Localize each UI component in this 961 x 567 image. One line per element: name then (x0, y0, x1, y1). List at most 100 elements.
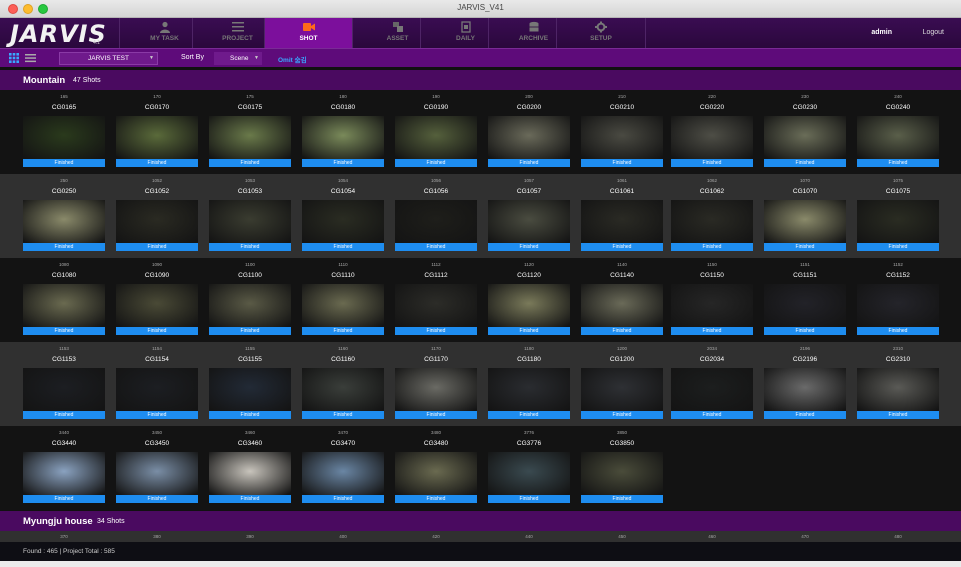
shot-status-badge[interactable]: Finished (764, 243, 846, 251)
shot-card[interactable]: 1160 CG1160 Finished (302, 342, 384, 426)
shot-status-badge[interactable]: Finished (302, 495, 384, 503)
shot-card[interactable]: 1140 CG1140 Finished (581, 258, 663, 342)
shot-thumbnail[interactable] (302, 368, 384, 411)
shot-status-badge[interactable]: Finished (23, 411, 105, 419)
shot-thumbnail[interactable] (671, 116, 753, 159)
shot-status-badge[interactable]: Finished (209, 243, 291, 251)
shot-thumbnail[interactable] (302, 284, 384, 327)
shot-card[interactable]: 1056 CG1056 Finished (395, 174, 477, 258)
shot-thumbnail[interactable] (302, 200, 384, 243)
shot-card[interactable]: 1090 CG1090 Finished (116, 258, 198, 342)
shot-card[interactable]: 1075 CG1075 Finished (857, 174, 939, 258)
shot-card[interactable]: 1200 CG1200 Finished (581, 342, 663, 426)
shot-status-badge[interactable]: Finished (764, 411, 846, 419)
shot-card[interactable]: 200 CG0200 Finished (488, 90, 570, 174)
shot-status-badge[interactable]: Finished (209, 159, 291, 167)
shot-card[interactable]: 1154 CG1154 Finished (116, 342, 198, 426)
shot-card[interactable]: 1062 CG1062 Finished (671, 174, 753, 258)
shot-status-badge[interactable]: Finished (395, 159, 477, 167)
shot-card[interactable]: 3850 CG3850 Finished (581, 426, 663, 510)
shot-thumbnail[interactable] (581, 368, 663, 411)
shot-thumbnail[interactable] (209, 200, 291, 243)
shot-thumbnail[interactable] (209, 368, 291, 411)
shot-status-badge[interactable]: Finished (302, 411, 384, 419)
shot-thumbnail[interactable] (395, 200, 477, 243)
shot-status-badge[interactable]: Finished (23, 243, 105, 251)
shot-status-badge[interactable]: Finished (488, 327, 570, 335)
shot-status-badge[interactable]: Finished (488, 243, 570, 251)
shot-thumbnail[interactable] (671, 284, 753, 327)
shot-card[interactable]: 2310 CG2310 Finished (857, 342, 939, 426)
shot-status-badge[interactable]: Finished (671, 159, 753, 167)
shot-thumbnail[interactable] (209, 284, 291, 327)
shot-status-badge[interactable]: Finished (395, 411, 477, 419)
shot-card[interactable]: 3460 CG3460 Finished (209, 426, 291, 510)
shot-status-badge[interactable]: Finished (395, 495, 477, 503)
shot-status-badge[interactable]: Finished (764, 327, 846, 335)
group-header-mountain[interactable]: Mountain 47 Shots (0, 70, 961, 90)
shot-status-badge[interactable]: Finished (671, 327, 753, 335)
shot-status-badge[interactable]: Finished (857, 327, 939, 335)
shot-status-badge[interactable]: Finished (857, 243, 939, 251)
shot-card[interactable]: 175 CG0175 Finished (209, 90, 291, 174)
shot-thumbnail[interactable] (671, 368, 753, 411)
shot-thumbnail[interactable] (857, 116, 939, 159)
shot-card[interactable]: 210 CG0210 Finished (581, 90, 663, 174)
shot-card[interactable]: 1061 CG1061 Finished (581, 174, 663, 258)
shot-card[interactable]: 1112 CG1112 Finished (395, 258, 477, 342)
shot-thumbnail[interactable] (23, 452, 105, 495)
shot-thumbnail[interactable] (302, 116, 384, 159)
shot-status-badge[interactable]: Finished (116, 243, 198, 251)
omit-toggle[interactable]: Omit 숨김 (278, 54, 307, 64)
shot-thumbnail[interactable] (581, 284, 663, 327)
shot-thumbnail[interactable] (23, 368, 105, 411)
shot-status-badge[interactable]: Finished (764, 159, 846, 167)
shot-card[interactable]: 2034 CG2034 Finished (671, 342, 753, 426)
shot-card[interactable]: 240 CG0240 Finished (857, 90, 939, 174)
shot-thumbnail[interactable] (116, 284, 198, 327)
shot-status-badge[interactable]: Finished (488, 411, 570, 419)
shot-status-badge[interactable]: Finished (581, 495, 663, 503)
shot-status-badge[interactable]: Finished (302, 159, 384, 167)
shot-thumbnail[interactable] (209, 452, 291, 495)
shot-status-badge[interactable]: Finished (209, 495, 291, 503)
shot-thumbnail[interactable] (764, 368, 846, 411)
shot-thumbnail[interactable] (395, 116, 477, 159)
shot-status-badge[interactable]: Finished (671, 243, 753, 251)
shot-thumbnail[interactable] (116, 116, 198, 159)
shot-card[interactable]: 1052 CG1052 Finished (116, 174, 198, 258)
shot-status-badge[interactable]: Finished (488, 495, 570, 503)
shot-status-badge[interactable]: Finished (581, 159, 663, 167)
shot-status-badge[interactable]: Finished (23, 327, 105, 335)
shot-thumbnail[interactable] (581, 116, 663, 159)
shot-thumbnail[interactable] (395, 452, 477, 495)
shot-card[interactable]: 1120 CG1120 Finished (488, 258, 570, 342)
shot-card[interactable]: 3480 CG3480 Finished (395, 426, 477, 510)
shot-card[interactable]: 1153 CG1153 Finished (23, 342, 105, 426)
shot-thumbnail[interactable] (23, 200, 105, 243)
shot-status-badge[interactable]: Finished (581, 243, 663, 251)
logout-button[interactable]: Logout (923, 29, 944, 36)
shot-card[interactable]: 250 CG0250 Finished (23, 174, 105, 258)
shot-card[interactable]: 230 CG0230 Finished (764, 90, 846, 174)
shot-card[interactable]: 1110 CG1110 Finished (302, 258, 384, 342)
shot-status-badge[interactable]: Finished (857, 159, 939, 167)
shot-status-badge[interactable]: Finished (116, 159, 198, 167)
shot-card[interactable]: 3440 CG3440 Finished (23, 426, 105, 510)
shot-card[interactable]: 1150 CG1150 Finished (671, 258, 753, 342)
shot-thumbnail[interactable] (116, 368, 198, 411)
shot-card[interactable]: 1180 CG1180 Finished (488, 342, 570, 426)
shot-status-badge[interactable]: Finished (488, 159, 570, 167)
shot-status-badge[interactable]: Finished (581, 411, 663, 419)
shot-card[interactable]: 170 CG0170 Finished (116, 90, 198, 174)
shot-thumbnail[interactable] (23, 116, 105, 159)
shot-card[interactable]: 165 CG0165 Finished (23, 90, 105, 174)
shot-card[interactable]: 1170 CG1170 Finished (395, 342, 477, 426)
shot-thumbnail[interactable] (209, 116, 291, 159)
shot-thumbnail[interactable] (116, 200, 198, 243)
shot-thumbnail[interactable] (671, 200, 753, 243)
list-view-icon[interactable] (25, 53, 36, 63)
sort-select[interactable]: Scene ▼ (214, 52, 262, 65)
shot-status-badge[interactable]: Finished (395, 327, 477, 335)
shot-status-badge[interactable]: Finished (116, 495, 198, 503)
